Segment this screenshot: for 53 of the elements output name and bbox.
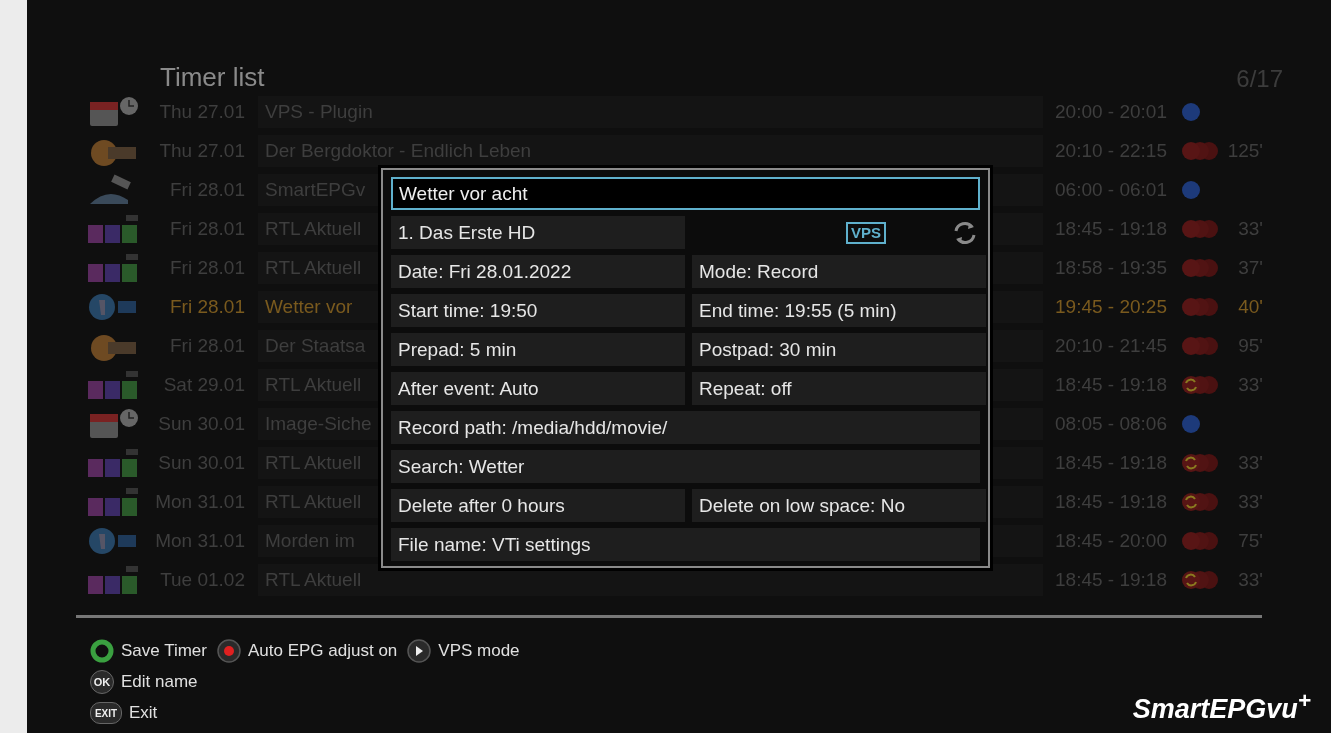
channel-logo-icon bbox=[88, 564, 140, 596]
channel-field[interactable]: 1. Das Erste HD bbox=[391, 216, 685, 249]
exit-key: EXIT bbox=[90, 702, 122, 724]
hint-label: Auto EPG adjust on bbox=[248, 641, 398, 661]
globe-dot-icon bbox=[1181, 180, 1201, 200]
brand-logo: SmartEPGvu$^{+}$ bbox=[1132, 688, 1311, 725]
calendar-clock-icon bbox=[88, 408, 140, 440]
record-icon bbox=[1181, 141, 1219, 161]
repeat-record-icon bbox=[1181, 570, 1219, 590]
setting-field[interactable]: End time: 19:55 (5 min) bbox=[692, 294, 986, 327]
setting-field[interactable]: Mode: Record bbox=[692, 255, 986, 288]
setting-field[interactable]: Record path: /media/hdd/movie/ bbox=[391, 411, 980, 444]
vps-badge: VPS bbox=[846, 221, 886, 244]
calendar-clock-icon bbox=[88, 96, 140, 128]
setting-field[interactable]: Postpad: 30 min bbox=[692, 333, 986, 366]
hint-label: Save Timer bbox=[121, 641, 207, 661]
setting-field[interactable]: Search: Wetter bbox=[391, 450, 980, 483]
channel-logo-icon bbox=[88, 213, 140, 245]
globe-dot-icon bbox=[1181, 414, 1201, 434]
hint-label: Exit bbox=[129, 703, 158, 723]
ring-key-icon bbox=[90, 639, 114, 663]
setting-field[interactable]: Repeat: off bbox=[692, 372, 986, 405]
screen-title: Timer list bbox=[160, 62, 265, 93]
timer-time: 19:45 - 20:25 bbox=[1055, 296, 1168, 318]
setting-field[interactable]: Date: Fri 28.01.2022 bbox=[391, 255, 685, 288]
repeat-record-icon bbox=[1181, 492, 1219, 512]
hint-label: VPS mode bbox=[438, 641, 520, 661]
channel-logo-icon bbox=[88, 252, 140, 284]
setting-field[interactable]: Prepad: 5 min bbox=[391, 333, 685, 366]
timer-duration: 40' bbox=[1238, 296, 1263, 317]
timer-date: Fri 28.01 bbox=[169, 296, 245, 318]
record-icon bbox=[1181, 531, 1219, 551]
channel-logo-icon bbox=[88, 447, 140, 479]
hint-label: Edit name bbox=[121, 672, 198, 692]
setting-field[interactable]: Delete on low space: No bbox=[692, 489, 986, 522]
record-icon bbox=[1181, 219, 1219, 239]
setting-field[interactable]: File name: VTi settings bbox=[391, 528, 980, 561]
setting-field[interactable]: Start time: 19:50 bbox=[391, 294, 685, 327]
record-icon bbox=[1181, 336, 1219, 356]
repeat-record-icon bbox=[1181, 453, 1219, 473]
setting-field[interactable]: After event: Auto bbox=[391, 372, 685, 405]
refresh-icon bbox=[952, 219, 978, 246]
record-key-icon bbox=[217, 639, 241, 663]
globe-dot-icon bbox=[1181, 102, 1201, 122]
record-icon bbox=[1181, 297, 1219, 317]
channel-logo-icon bbox=[88, 486, 140, 518]
setting-field[interactable]: Delete after 0 hours bbox=[391, 489, 685, 522]
repeat-record-icon bbox=[1181, 375, 1219, 395]
play-key-icon bbox=[407, 639, 432, 663]
channel-logo-icon bbox=[88, 369, 140, 401]
record-icon bbox=[1181, 258, 1219, 278]
name-input-field[interactable]: Wetter vor acht bbox=[391, 177, 980, 210]
ok-key: OK bbox=[90, 670, 114, 694]
